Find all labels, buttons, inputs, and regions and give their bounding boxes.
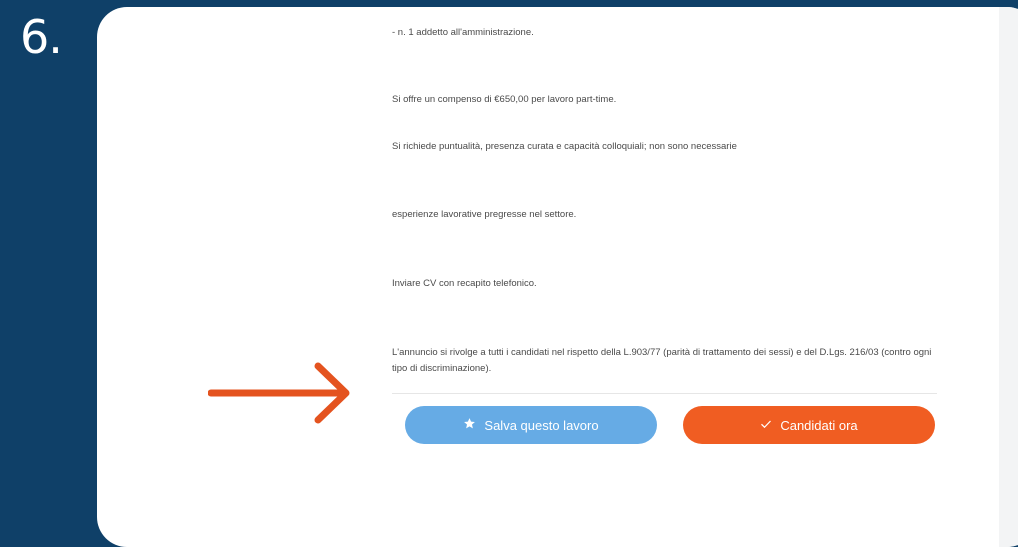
job-text-line: - n. 1 addetto all'amministrazione. bbox=[392, 27, 534, 38]
job-text-line: esperienze lavorative pregresse nel sett… bbox=[392, 209, 577, 220]
divider bbox=[392, 393, 937, 394]
checkmark-icon bbox=[760, 418, 772, 433]
save-job-button[interactable]: Salva questo lavoro bbox=[405, 406, 657, 444]
scrollbar-track[interactable] bbox=[999, 7, 1018, 547]
star-icon bbox=[463, 417, 476, 433]
job-text-line: Inviare CV con recapito telefonico. bbox=[392, 278, 537, 289]
apply-now-button[interactable]: Candidati ora bbox=[683, 406, 935, 444]
arrow-right-icon bbox=[207, 360, 358, 431]
apply-now-label: Candidati ora bbox=[780, 417, 858, 433]
job-text-line: Si offre un compenso di €650,00 per lavo… bbox=[392, 94, 617, 105]
job-text-line: Si richiede puntualità, presenza curata … bbox=[392, 141, 737, 152]
job-detail-card: - n. 1 addetto all'amministrazione. Si o… bbox=[97, 7, 1018, 547]
save-job-label: Salva questo lavoro bbox=[484, 417, 599, 433]
anti-discrimination-notice: L'annuncio si rivolge a tutti i candidat… bbox=[392, 347, 932, 374]
step-number: 6. bbox=[20, 10, 63, 64]
